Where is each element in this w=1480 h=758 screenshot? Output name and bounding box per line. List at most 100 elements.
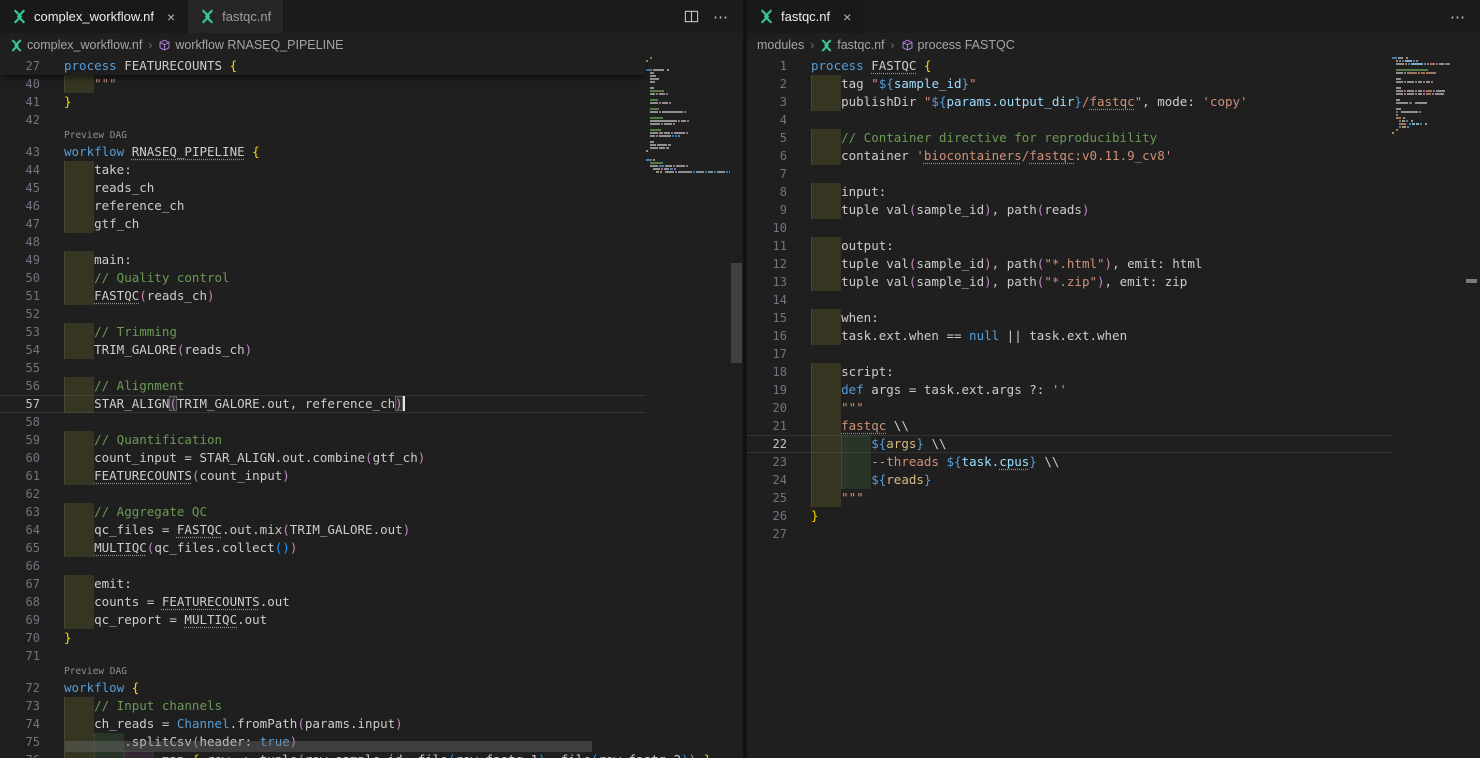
codelens-preview-dag[interactable]: Preview DAG (56, 129, 646, 143)
code-line[interactable]: 9 tuple val(sample_id), path(reads) (747, 201, 1392, 219)
code-line[interactable]: 70} (0, 629, 646, 647)
code-line[interactable]: 7 (747, 165, 1392, 183)
close-icon[interactable]: × (843, 10, 851, 24)
horizontal-scrollbar-left[interactable] (65, 741, 592, 752)
codelens-row[interactable]: Preview DAG (0, 129, 646, 143)
code-line[interactable]: 25 """ (747, 489, 1392, 507)
code-line[interactable]: 48 (0, 233, 646, 251)
code-line[interactable]: 41} (0, 93, 646, 111)
minimap-right[interactable] (1392, 57, 1458, 138)
code-line[interactable]: 40 """ (0, 75, 646, 93)
editor-actions-right: ⋯ (1436, 0, 1480, 33)
code-line[interactable]: 73 // Input channels (0, 697, 646, 715)
indent-guide (811, 75, 841, 93)
indent-guide (811, 273, 841, 291)
editor-right[interactable]: 1process FASTQC {2 tag "${sample_id}"3 p… (747, 57, 1480, 758)
breadcrumb-folder[interactable]: modules (757, 38, 804, 52)
code-line[interactable]: 3 publishDir "${params.output_dir}/fastq… (747, 93, 1392, 111)
code-line[interactable]: 4 (747, 111, 1392, 129)
code-line[interactable]: 59 // Quantification (0, 431, 646, 449)
code-line[interactable]: 68 counts = FEATURECOUNTS.out (0, 593, 646, 611)
minimap-left[interactable] (646, 57, 730, 174)
breadcrumb-symbol[interactable]: process FASTQC (901, 38, 1015, 52)
code-line[interactable]: 18 script: (747, 363, 1392, 381)
code-line[interactable]: 16 task.ext.when == null || task.ext.whe… (747, 327, 1392, 345)
code-line[interactable]: 23 --threads ${task.cpus} \\ (747, 453, 1392, 471)
code-line[interactable]: 61 FEATURECOUNTS(count_input) (0, 467, 646, 485)
more-actions-icon[interactable]: ⋯ (1450, 8, 1466, 26)
code-line[interactable]: 53 // Trimming (0, 323, 646, 341)
code-line[interactable]: 8 input: (747, 183, 1392, 201)
code-line[interactable]: 45 reads_ch (0, 179, 646, 197)
code-line[interactable]: 76 .map { row -> tuple(row.sample_id, fi… (0, 751, 646, 758)
code-line[interactable]: 47 gtf_ch (0, 215, 646, 233)
code-line[interactable]: 11 output: (747, 237, 1392, 255)
code-line[interactable]: 72workflow { (0, 679, 646, 697)
code-line[interactable]: 27 (747, 525, 1392, 543)
line-number: 4 (747, 111, 803, 129)
code-line[interactable]: 60 count_input = STAR_ALIGN.out.combine(… (0, 449, 646, 467)
sticky-scroll-header[interactable]: 27process FEATURECOUNTS { (0, 57, 646, 75)
code-line[interactable]: 63 // Aggregate QC (0, 503, 646, 521)
breadcrumb-symbol[interactable]: workflow RNASEQ_PIPELINE (158, 38, 343, 52)
tab-fastqc-left[interactable]: fastqc.nf (188, 0, 284, 33)
breadcrumb-file[interactable]: complex_workflow.nf (10, 38, 142, 52)
code-line[interactable]: 56 // Alignment (0, 377, 646, 395)
code-line[interactable]: 54 TRIM_GALORE(reads_ch) (0, 341, 646, 359)
scrollbar-thumb[interactable] (731, 263, 742, 363)
code-line[interactable]: 69 qc_report = MULTIQC.out (0, 611, 646, 629)
code-line[interactable]: 14 (747, 291, 1392, 309)
code-line[interactable]: 2 tag "${sample_id}" (747, 75, 1392, 93)
code-line[interactable]: 50 // Quality control (0, 269, 646, 287)
code-line[interactable]: 55 (0, 359, 646, 377)
code-line[interactable]: 43workflow RNASEQ_PIPELINE { (0, 143, 646, 161)
code-line[interactable]: 66 (0, 557, 646, 575)
line-number: 67 (0, 575, 56, 593)
code-line[interactable]: 13 tuple val(sample_id), path("*.zip"), … (747, 273, 1392, 291)
code-line[interactable]: 52 (0, 305, 646, 323)
breadcrumb-file[interactable]: fastqc.nf (820, 38, 884, 52)
code-line[interactable]: 22 ${args} \\ (747, 435, 1392, 453)
code-line[interactable]: 64 qc_files = FASTQC.out.mix(TRIM_GALORE… (0, 521, 646, 539)
vertical-scrollbar-left[interactable] (730, 57, 743, 758)
code-line[interactable]: 1process FASTQC { (747, 57, 1392, 75)
code-line[interactable]: 65 MULTIQC(qc_files.collect()) (0, 539, 646, 557)
code-line[interactable]: 6 container 'biocontainers/fastqc:v0.11.… (747, 147, 1392, 165)
code-line[interactable]: 62 (0, 485, 646, 503)
code-line[interactable]: 15 when: (747, 309, 1392, 327)
code-line[interactable]: 42 (0, 111, 646, 129)
code-line[interactable]: 67 emit: (0, 575, 646, 593)
indent-guide (64, 449, 94, 467)
code-line[interactable]: 74 ch_reads = Channel.fromPath(params.in… (0, 715, 646, 733)
indent-guide (64, 341, 94, 359)
code-line[interactable]: 26} (747, 507, 1392, 525)
indent-guide (64, 611, 94, 629)
code-line[interactable]: 24 ${reads} (747, 471, 1392, 489)
editor-left[interactable]: 40 """41}42Preview DAG43workflow RNASEQ_… (0, 57, 743, 758)
code-line[interactable]: 21 fastqc \\ (747, 417, 1392, 435)
code-line[interactable]: 12 tuple val(sample_id), path("*.html"),… (747, 255, 1392, 273)
code-line[interactable]: 57 STAR_ALIGN(TRIM_GALORE.out, reference… (0, 395, 646, 413)
code-line[interactable]: 49 main: (0, 251, 646, 269)
close-icon[interactable]: × (167, 10, 175, 24)
codelens-row[interactable]: Preview DAG (0, 665, 646, 679)
split-editor-icon[interactable] (684, 9, 699, 24)
codelens-preview-dag[interactable]: Preview DAG (56, 665, 646, 679)
code-line[interactable]: 20 """ (747, 399, 1392, 417)
indent-guide (64, 521, 94, 539)
code-line[interactable]: 27process FEATURECOUNTS { (0, 57, 646, 75)
code-line[interactable]: 10 (747, 219, 1392, 237)
tab-fastqc-right[interactable]: fastqc.nf × (747, 0, 864, 33)
line-number: 40 (0, 75, 56, 93)
code-line[interactable]: 19 def args = task.ext.args ?: '' (747, 381, 1392, 399)
code-line[interactable]: 46 reference_ch (0, 197, 646, 215)
more-actions-icon[interactable]: ⋯ (713, 8, 729, 26)
code-line[interactable]: 71 (0, 647, 646, 665)
code-line[interactable]: 58 (0, 413, 646, 431)
symbol-module-icon (901, 39, 914, 52)
tab-complex-workflow[interactable]: complex_workflow.nf × (0, 0, 188, 33)
code-line[interactable]: 17 (747, 345, 1392, 363)
code-line[interactable]: 51 FASTQC(reads_ch) (0, 287, 646, 305)
code-line[interactable]: 5 // Container directive for reproducibi… (747, 129, 1392, 147)
code-line[interactable]: 44 take: (0, 161, 646, 179)
